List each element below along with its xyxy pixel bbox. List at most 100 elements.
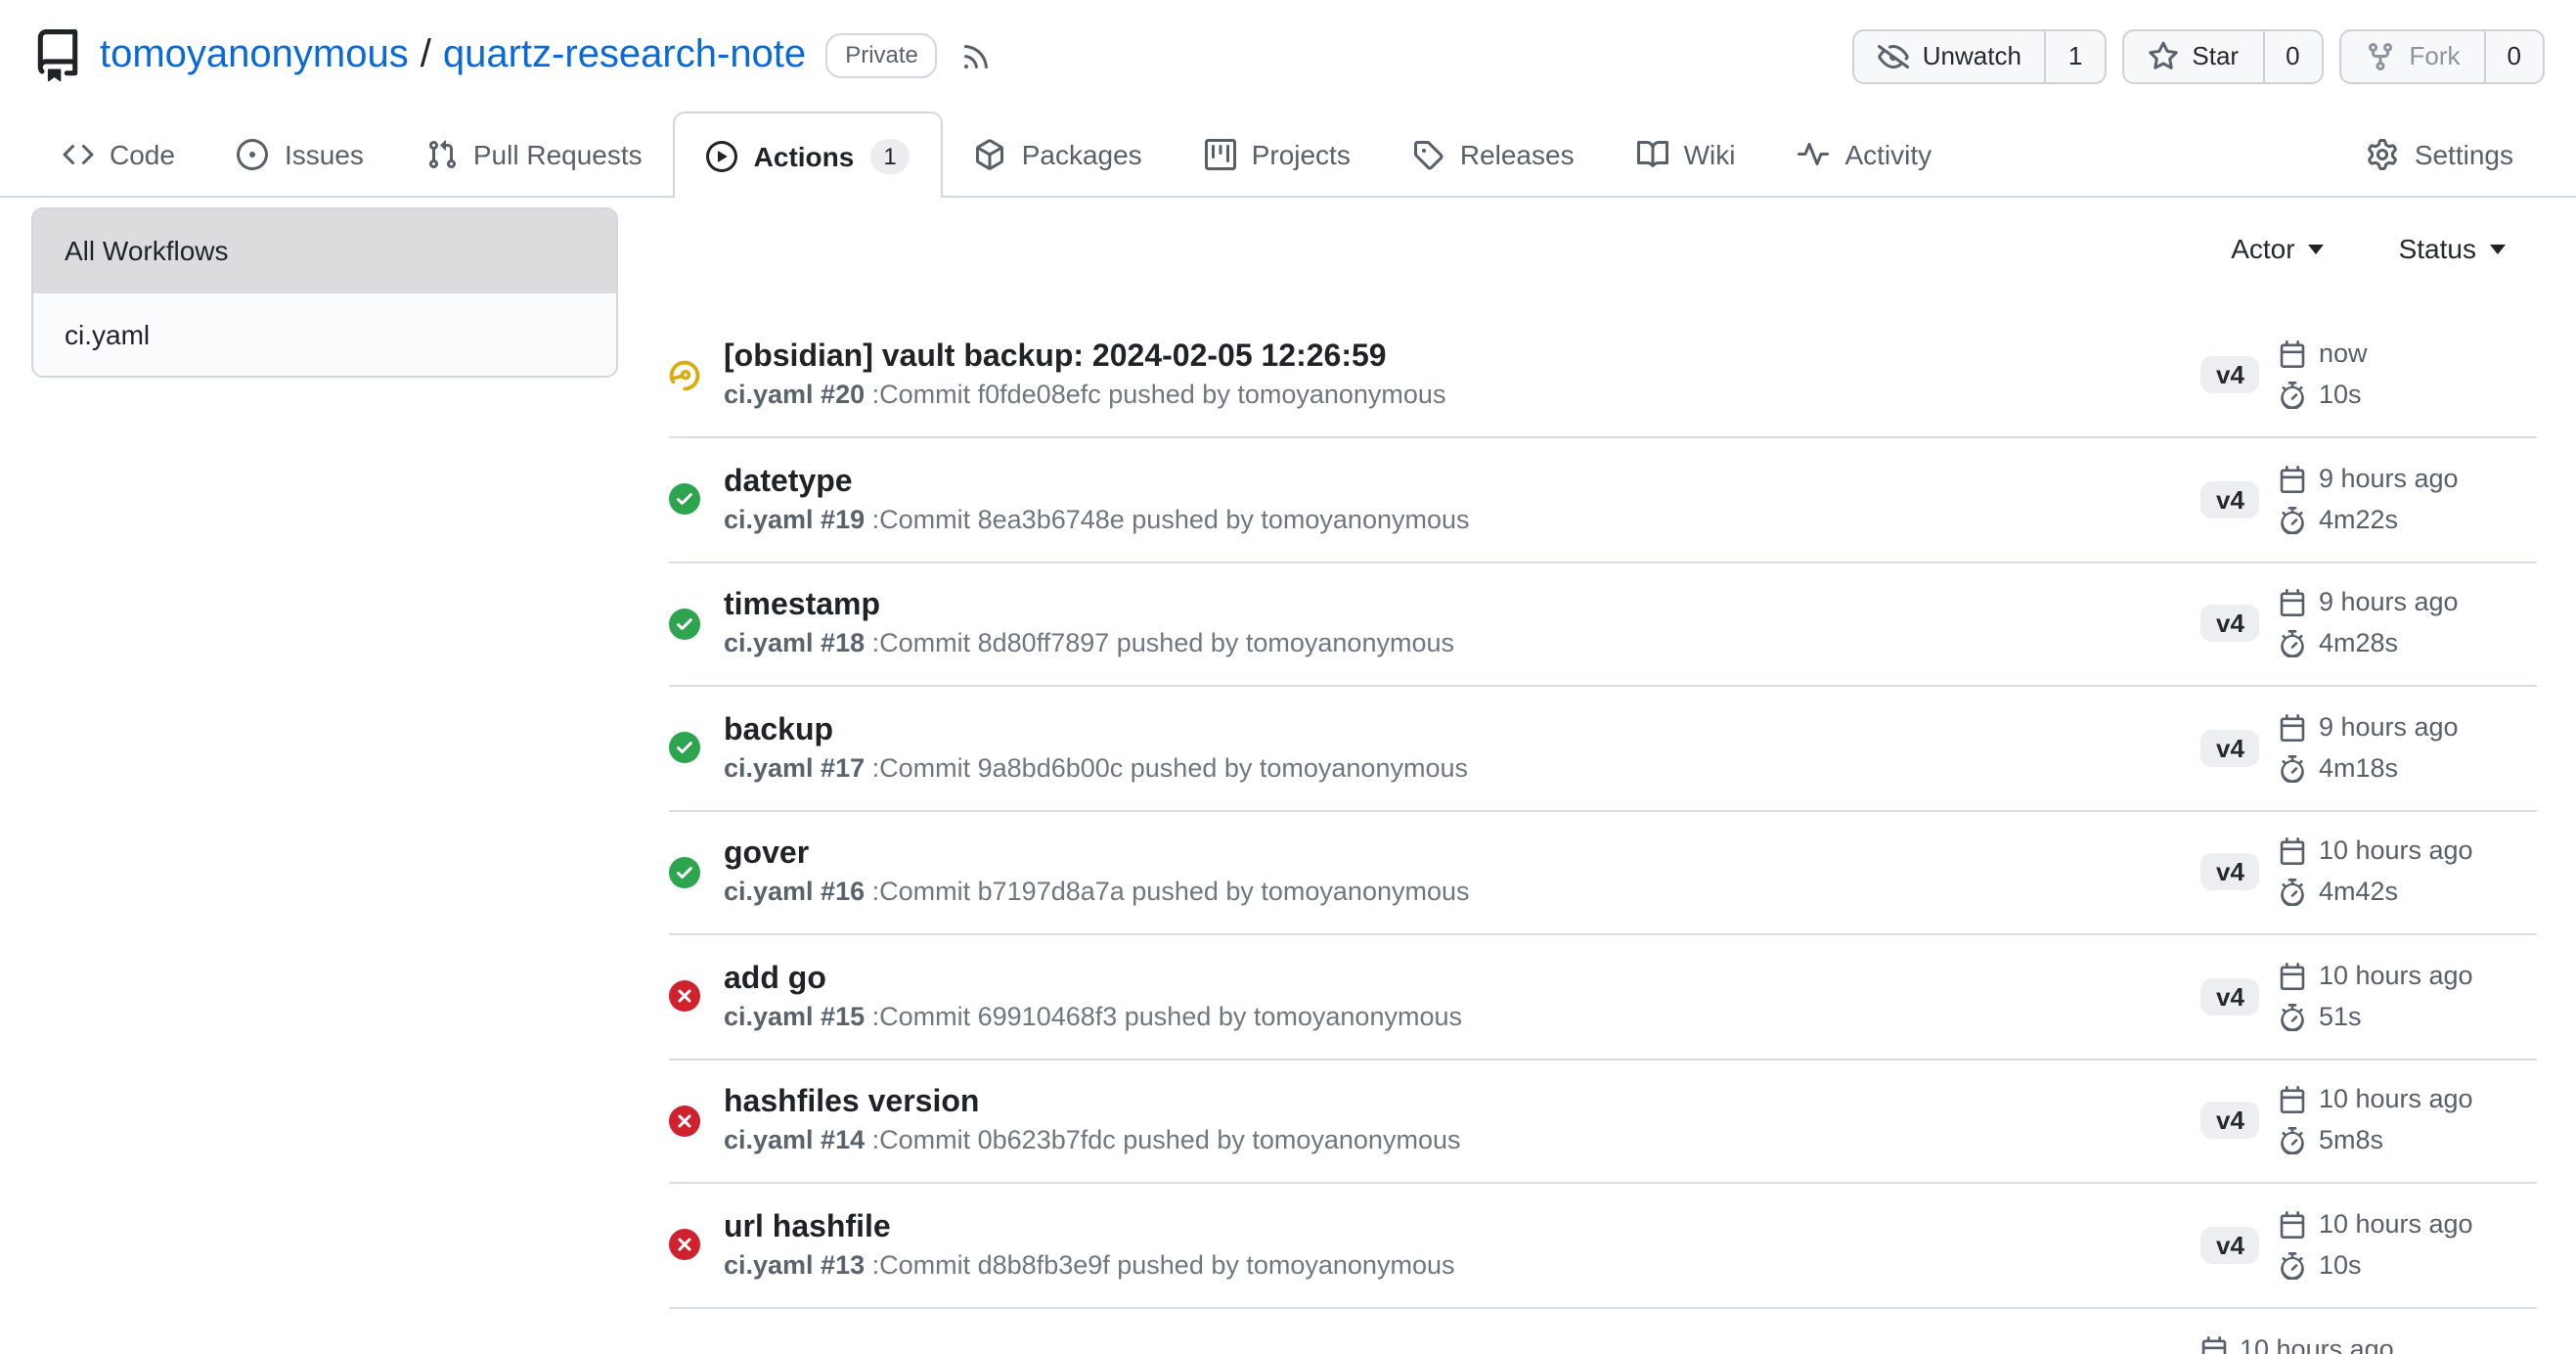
status-filter-dropdown[interactable]: Status (2399, 233, 2506, 264)
workflow-run-meta: ci.yaml #17 :Commit 9a8bd6b00c pushed by… (724, 750, 2200, 787)
run-duration: 10s (2280, 1250, 2473, 1282)
version-badge: v4 (2200, 978, 2260, 1016)
run-start-time: 9 hours ago (2280, 588, 2459, 619)
calendar-icon (2280, 714, 2307, 742)
run-start-time: 10 hours ago (2200, 1335, 2394, 1354)
repo-header: tomoyanonymous / quartz-research-note Pr… (0, 0, 2576, 112)
actor-filter-label: Actor (2231, 233, 2294, 264)
workflow-run-row: url hashfile ci.yaml #13 :Commit d8b8fb3… (669, 1184, 2537, 1308)
code-icon (63, 138, 94, 169)
run-filters: Actor Status (669, 221, 2537, 276)
eye-closed-icon (1878, 40, 1909, 71)
run-start-time: 9 hours ago (2280, 464, 2459, 495)
workflow-run-title[interactable]: backup (724, 709, 2200, 750)
failure-icon (669, 981, 700, 1013)
success-icon (669, 733, 700, 764)
issue-opened-icon (238, 138, 269, 169)
calendar-icon (2280, 1087, 2307, 1114)
stopwatch-icon (2280, 383, 2307, 410)
feed-icon[interactable] (961, 40, 993, 71)
workflow-run-title[interactable]: timestamp (724, 585, 2200, 626)
version-badge: v4 (2200, 1227, 2260, 1264)
run-duration: 10s (2280, 381, 2368, 412)
fork-button[interactable]: Fork 0 (2339, 28, 2545, 83)
run-duration: 51s (2280, 1002, 2473, 1033)
run-duration: 4m18s (2280, 753, 2459, 785)
workflow-run-title[interactable]: add go (724, 958, 2200, 999)
workflow-run-title[interactable]: gover (724, 834, 2200, 875)
stopwatch-icon (2280, 507, 2307, 534)
tab-actions[interactable]: Actions 1 (674, 112, 944, 198)
run-start-time: 10 hours ago (2280, 961, 2473, 992)
workflow-run-title[interactable]: add cache again (724, 1349, 2200, 1354)
repo-owner-link[interactable]: tomoyanonymous (100, 33, 409, 78)
tab-releases[interactable]: Releases (1382, 112, 1606, 196)
run-duration: 4m42s (2280, 878, 2473, 909)
tab-code[interactable]: Code (31, 112, 206, 196)
workflow-run-row: timestamp ci.yaml #18 :Commit 8d80ff7897… (669, 563, 2537, 687)
workflow-run-row: add go ci.yaml #15 :Commit 69910468f3 pu… (669, 935, 2537, 1060)
workflow-run-row: backup ci.yaml #17 :Commit 9a8bd6b00c pu… (669, 687, 2537, 811)
stopwatch-icon (2280, 1004, 2307, 1031)
run-start-time: 10 hours ago (2280, 836, 2473, 868)
sidebar-item-all-workflows[interactable]: All Workflows (33, 209, 616, 292)
star-button[interactable]: Star 0 (2121, 28, 2323, 83)
workflow-run-row: [obsidian] vault backup: 2024-02-05 12:2… (669, 314, 2537, 438)
workflow-run-row: hashfiles version ci.yaml #14 :Commit 0b… (669, 1060, 2537, 1184)
success-icon (669, 857, 700, 888)
social-count[interactable]: 0 (2262, 30, 2321, 81)
tab-pull-requests[interactable]: Pull Requests (395, 112, 674, 196)
run-duration: 4m28s (2280, 629, 2459, 660)
tab-issues[interactable]: Issues (206, 112, 395, 196)
run-duration: 4m22s (2280, 505, 2459, 536)
repo-breadcrumb: tomoyanonymous / quartz-research-note (100, 33, 806, 78)
workflow-run-row: gover ci.yaml #16 :Commit b7197d8a7a pus… (669, 811, 2537, 935)
calendar-icon (2280, 1211, 2307, 1239)
workflow-run-title[interactable]: datetype (724, 461, 2200, 502)
success-icon (669, 484, 700, 516)
workflow-run-title[interactable]: [obsidian] vault backup: 2024-02-05 12:2… (724, 337, 2200, 378)
version-badge: v4 (2200, 357, 2260, 394)
tab-wiki[interactable]: Wiki (1606, 112, 1767, 196)
tab-settings[interactable]: Settings (2336, 112, 2545, 196)
social-count[interactable]: 0 (2484, 30, 2543, 81)
calendar-icon (2280, 963, 2307, 990)
actor-filter-dropdown[interactable]: Actor (2231, 233, 2324, 264)
calendar-icon (2200, 1337, 2228, 1354)
breadcrumb-separator: / (421, 33, 431, 78)
tab-projects[interactable]: Projects (1174, 112, 1382, 196)
stopwatch-icon (2280, 880, 2307, 907)
repo-name-link[interactable]: quartz-research-note (443, 33, 806, 78)
run-start-time: 10 hours ago (2280, 1209, 2473, 1241)
actions-content: All Workflows ci.yaml Actor Status (0, 198, 2576, 1354)
workflow-run-title[interactable]: url hashfile (724, 1206, 2200, 1247)
calendar-icon (2280, 590, 2307, 617)
workflow-run-meta: ci.yaml #19 :Commit 8ea3b6748e pushed by… (724, 502, 2200, 538)
git-pull-request-icon (426, 138, 458, 169)
tab-activity[interactable]: Activity (1766, 112, 1963, 196)
calendar-icon (2280, 838, 2307, 866)
tag-icon (1413, 138, 1444, 169)
failure-icon (669, 1106, 700, 1137)
in-progress-icon (669, 360, 700, 391)
github-actions-page: tomoyanonymous / quartz-research-note Pr… (0, 0, 2576, 1354)
repo-forked-icon (2365, 40, 2396, 71)
workflow-run-row: add cache again 10 hours ago (669, 1308, 2537, 1354)
sidebar-item-ci-yaml[interactable]: ci.yaml (33, 292, 616, 376)
project-icon (1205, 138, 1236, 169)
workflow-run-meta: ci.yaml #15 :Commit 69910468f3 pushed by… (724, 999, 2200, 1035)
version-badge: v4 (2200, 481, 2260, 519)
calendar-icon (2280, 341, 2307, 369)
workflow-run-meta: ci.yaml #14 :Commit 0b623b7fdc pushed by… (724, 1123, 2200, 1159)
calendar-icon (2280, 466, 2307, 493)
social-count[interactable]: 1 (2045, 30, 2104, 81)
tab-packages[interactable]: Packages (944, 112, 1174, 196)
workflow-run-title[interactable]: hashfiles version (724, 1082, 2200, 1123)
book-icon (1637, 138, 1668, 169)
failure-icon (669, 1230, 700, 1261)
status-filter-label: Status (2399, 233, 2476, 264)
gear-icon (2368, 138, 2399, 169)
tab-counter: 1 (869, 138, 910, 173)
stopwatch-icon (2280, 755, 2307, 783)
unwatch-button[interactable]: Unwatch 1 (1852, 28, 2107, 83)
